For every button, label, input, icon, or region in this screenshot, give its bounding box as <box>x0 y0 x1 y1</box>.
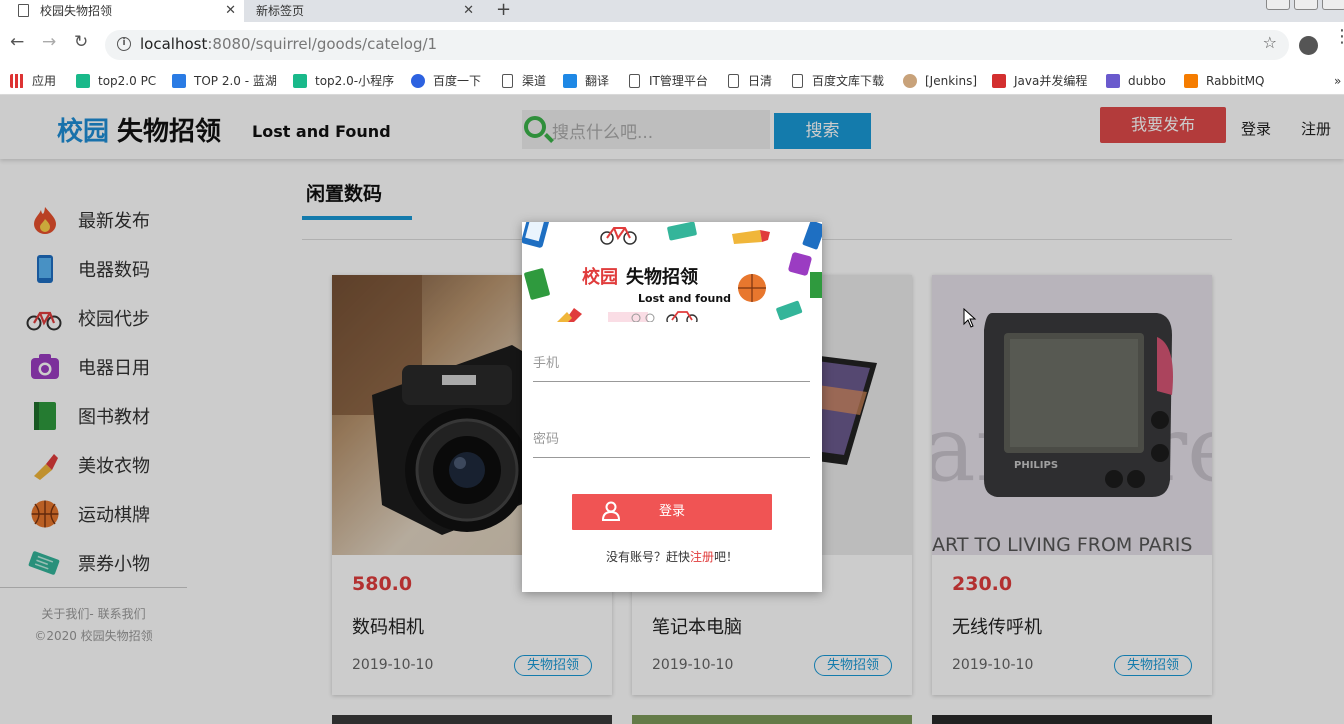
phone-field[interactable]: 手机 <box>533 342 810 382</box>
more-bookmarks-icon[interactable]: » <box>1334 72 1341 90</box>
url-text[interactable]: localhost:8080/squirrel/goods/catelog/1 <box>140 35 437 53</box>
new-tab-icon[interactable]: + <box>496 0 511 20</box>
bookmark-star-icon[interactable]: ☆ <box>1263 33 1277 52</box>
close-icon[interactable]: ✕ <box>463 0 474 22</box>
login-button[interactable]: 登录 <box>572 494 772 530</box>
bookmark-item[interactable]: top2.0-小程序 <box>293 72 394 90</box>
minimize-icon[interactable] <box>1266 0 1290 10</box>
page-icon <box>629 74 640 88</box>
login-modal: 校园 失物招领 Lost and found 手机 密码 登录 没有账号？赶快注册… <box>522 222 822 592</box>
bookmark-item[interactable]: 百度文库下载 <box>790 72 884 90</box>
bookmark-item[interactable]: TOP 2.0 - 蓝湖 <box>172 72 277 90</box>
bookmark-icon <box>172 74 186 88</box>
address-bar[interactable]: i localhost:8080/squirrel/goods/catelog/… <box>105 30 1289 60</box>
browser-tab-bar: 校园失物招领 ✕ 新标签页 ✕ + <box>0 0 1344 22</box>
mouse-cursor-icon <box>963 308 977 328</box>
account-icon[interactable] <box>1299 36 1318 55</box>
page-icon <box>18 4 29 17</box>
login-button-label: 登录 <box>658 504 685 519</box>
forward-icon[interactable]: → <box>42 32 56 52</box>
reload-icon[interactable]: ↻ <box>74 32 88 52</box>
page-icon <box>502 74 513 88</box>
bookmark-item[interactable]: [Jenkins] <box>903 72 977 90</box>
maximize-icon[interactable] <box>1294 0 1318 10</box>
bookmark-icon <box>76 74 90 88</box>
rabbitmq-icon <box>1184 74 1198 88</box>
page-icon <box>792 74 803 88</box>
bookmark-item[interactable]: 翻译 <box>563 72 609 90</box>
tab-title: 校园失物招领 <box>40 4 113 18</box>
tab-inactive[interactable]: 新标签页 ✕ <box>246 0 482 22</box>
back-icon[interactable]: ← <box>10 32 24 52</box>
phone-placeholder: 手机 <box>533 356 560 371</box>
bookmark-icon <box>992 74 1006 88</box>
bookmark-item[interactable]: Java并发编程 <box>992 72 1087 90</box>
password-field[interactable]: 密码 <box>533 418 810 458</box>
modal-logo-english: Lost and found <box>638 292 732 305</box>
page-icon <box>728 74 739 88</box>
baidu-icon <box>411 74 425 88</box>
bookmark-icon <box>293 74 307 88</box>
bookmark-item[interactable]: dubbo <box>1106 72 1166 90</box>
translate-icon <box>563 74 577 88</box>
menu-icon[interactable]: ⋮ <box>1333 28 1344 46</box>
tab-active[interactable]: 校园失物招领 ✕ <box>0 0 244 22</box>
register-prompt: 没有账号？赶快注册吧！ <box>605 550 739 564</box>
register-link[interactable]: 注册 <box>690 550 714 564</box>
bookmarks-bar: 应用 top2.0 PC TOP 2.0 - 蓝湖 top2.0-小程序 百度一… <box>0 67 1344 95</box>
bookmark-icon <box>1106 74 1120 88</box>
tab-title: 新标签页 <box>256 4 305 18</box>
window-close-icon[interactable] <box>1322 0 1344 10</box>
modal-banner: 校园 失物招领 Lost and found <box>522 222 822 322</box>
bookmark-apps[interactable]: 应用 <box>10 72 56 90</box>
close-icon[interactable]: ✕ <box>225 0 236 22</box>
bookmark-item[interactable]: IT管理平台 <box>627 72 708 90</box>
jenkins-icon <box>903 74 917 88</box>
bookmark-item[interactable]: top2.0 PC <box>76 72 156 90</box>
password-placeholder: 密码 <box>533 432 560 447</box>
user-icon <box>602 501 620 521</box>
info-icon[interactable]: i <box>117 37 131 51</box>
bookmark-item[interactable]: 百度一下 <box>411 72 481 90</box>
apps-icon <box>10 74 24 88</box>
modal-logo: 校园 失物招领 <box>582 267 698 288</box>
bookmark-item[interactable]: RabbitMQ <box>1184 72 1265 90</box>
bookmark-item[interactable]: 渠道 <box>500 72 546 90</box>
bookmark-item[interactable]: 日清 <box>726 72 772 90</box>
